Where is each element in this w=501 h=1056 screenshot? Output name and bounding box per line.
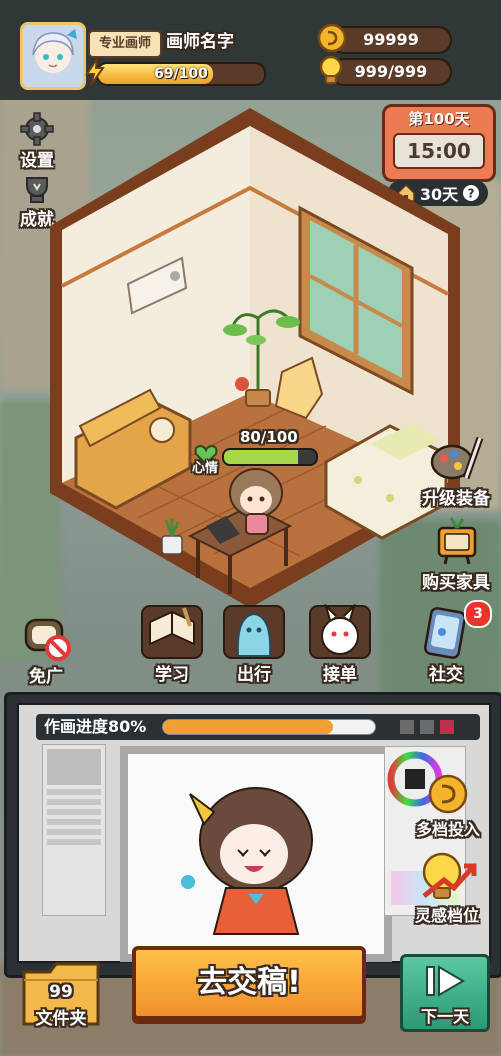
- upgrade-equipment-button[interactable]: 升级装备: [414, 432, 498, 509]
- ghost-travel-icon: [223, 605, 285, 659]
- multi-invest-button[interactable]: 多档投入: [408, 772, 488, 840]
- multi-invest-label: 多档投入: [415, 820, 480, 839]
- lightbulb-icon: [319, 55, 343, 84]
- rabbit-order-icon: [309, 604, 371, 659]
- bulb-trend-icon: [422, 852, 477, 899]
- gear-icon: [20, 112, 54, 146]
- progress-bar: [162, 719, 376, 735]
- next-day-button[interactable]: 下一天: [400, 954, 490, 1032]
- folder-label: 文件夹: [35, 1009, 87, 1029]
- submit-button[interactable]: 去交稿!: [132, 946, 366, 1020]
- mood-label: 心情: [192, 461, 219, 476]
- next-day-label: 下一天: [420, 1007, 469, 1026]
- buy-furniture-label: 购买家具: [422, 573, 490, 593]
- tv-furniture-icon: [437, 517, 477, 565]
- inspiration-slot-label: 灵感档位: [414, 906, 479, 925]
- artwork-character: [181, 787, 313, 935]
- settings-label: 设置: [20, 151, 54, 171]
- window-minimize-button[interactable]: [400, 720, 414, 734]
- folder-button[interactable]: 99 文件夹: [20, 958, 102, 1029]
- title-badge: 专业画师: [88, 30, 162, 58]
- drawing-canvas[interactable]: [120, 746, 392, 962]
- study-button[interactable]: 学习: [138, 604, 206, 685]
- progress-label: 作画进度80%: [44, 717, 147, 736]
- travel-button[interactable]: 出行: [220, 604, 288, 685]
- upgrade-label: 升级装备: [422, 489, 490, 509]
- no-ads-tv-icon: [24, 618, 71, 661]
- progress-bar-fill: [163, 720, 333, 734]
- isometric-room: [50, 108, 460, 608]
- energy-value: 69/100: [154, 66, 208, 82]
- help-icon[interactable]: ?: [462, 184, 480, 202]
- software-left-panel: [42, 744, 106, 916]
- social-label: 社交: [429, 665, 463, 685]
- progress-header: 作画进度80%: [36, 714, 480, 740]
- folder-count: 99: [49, 982, 73, 1002]
- mood-value: 80/100: [240, 428, 298, 446]
- mood-bar: [222, 448, 318, 466]
- coin-icon: [317, 23, 347, 53]
- inspiration-display: 999/999: [330, 58, 452, 86]
- take-order-label: 接单: [323, 665, 357, 685]
- social-notification-badge: 3: [464, 600, 492, 628]
- book-icon: [141, 605, 203, 659]
- submit-label: 去交稿!: [197, 965, 301, 1000]
- study-label: 学习: [155, 665, 189, 685]
- inspiration-value: 999/999: [354, 62, 428, 81]
- energy-bar: 69/100: [96, 62, 266, 86]
- trophy-icon: [26, 177, 48, 203]
- avatar[interactable]: [20, 22, 86, 90]
- window-maximize-button[interactable]: [420, 720, 434, 734]
- no-ads-button[interactable]: 免广: [16, 610, 76, 687]
- take-order-button[interactable]: 接单: [306, 604, 374, 685]
- player-name: 画师名字: [166, 32, 234, 52]
- skip-forward-icon: [426, 965, 465, 997]
- inspiration-slot-button[interactable]: 灵感档位: [404, 848, 490, 926]
- buy-furniture-button[interactable]: 购买家具: [414, 516, 498, 593]
- gold-coin-stack-icon: [428, 774, 468, 814]
- navigator-thumb: [47, 749, 101, 785]
- palette-brush-icon: [430, 436, 484, 480]
- coins-display: 99999: [330, 26, 452, 54]
- coins-value: 99999: [363, 30, 419, 49]
- travel-label: 出行: [237, 665, 271, 685]
- lightning-icon: [85, 58, 105, 86]
- avatar-portrait-icon: [23, 25, 83, 87]
- achievements-label: 成就: [20, 210, 54, 230]
- svg-text:?: ?: [468, 187, 475, 201]
- mood-bar-fill: [224, 450, 298, 464]
- no-ads-label: 免广: [29, 667, 63, 687]
- window-close-button[interactable]: [440, 720, 454, 734]
